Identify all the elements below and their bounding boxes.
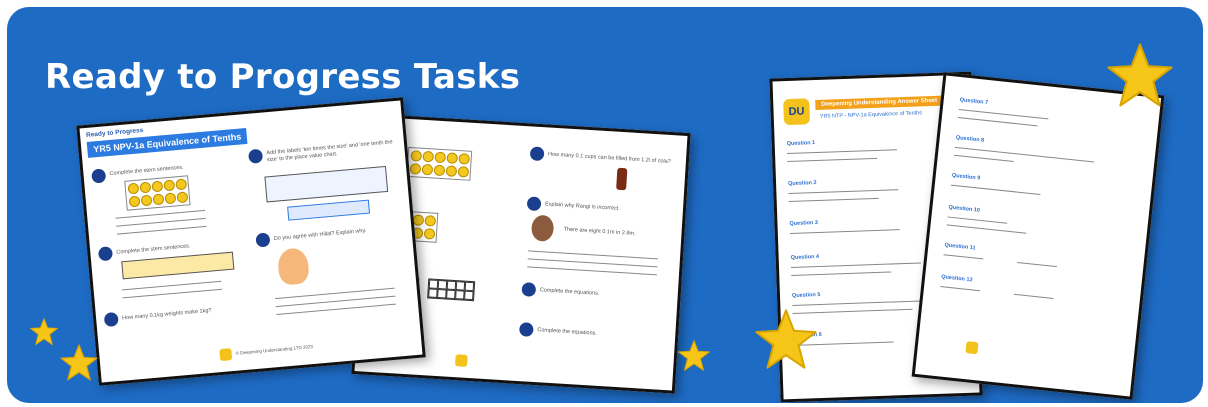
child-illustration: [530, 214, 555, 242]
answer-line: [115, 209, 206, 219]
ten-frame-image: [427, 278, 476, 302]
answer-text-line: [946, 224, 1027, 234]
answer-question-label: Question 4: [790, 254, 820, 261]
answer-line: [528, 250, 658, 260]
place-value-chart: [264, 165, 389, 203]
question-badge-icon: [529, 146, 545, 162]
answer-text-line: [943, 254, 984, 260]
question-text: How many 0.1 cups can be filled from 1.2…: [547, 151, 671, 165]
answer-line: [116, 225, 207, 235]
question-badge-icon: [248, 148, 264, 164]
counter-dots-image: [124, 175, 191, 211]
answer-line: [122, 288, 223, 299]
answer-text-line: [788, 197, 879, 203]
answer-question-label: Question 12: [940, 274, 973, 284]
question-badge-icon: [255, 232, 271, 248]
answer-question-label: Question 3: [789, 220, 819, 228]
answer-text-line: [957, 116, 1038, 127]
answer-sheet-subtitle: YR5 NTP - NPV-1a Equivalence of Tenths: [819, 110, 923, 120]
cola-bottle-icon: [616, 167, 628, 191]
question-text: Complete the stem sentences.: [109, 164, 184, 178]
answer-text-line: [790, 262, 921, 268]
question-badge-icon: [103, 311, 119, 328]
answer-text-line: [791, 271, 892, 276]
star-icon: [1107, 43, 1173, 107]
promo-banner: Ready to Progress Tasks Ready to Progres…: [7, 7, 1203, 403]
answer-question-label: Question 1: [786, 140, 816, 148]
answer-text-line: [1017, 261, 1057, 268]
answer-question-label: Question 11: [944, 242, 976, 252]
worksheet-footer: © Deepening Understanding LTD 2023: [235, 344, 314, 356]
star-icon: [755, 309, 817, 369]
worksheet-preview-1: Ready to Progress YR5 NPV-1a Equivalence…: [76, 97, 426, 386]
du-logo-icon: [219, 348, 233, 362]
answer-text-line: [792, 300, 933, 306]
answer-question-label: Question 7: [959, 97, 989, 107]
answer-text-line: [787, 157, 878, 163]
answer-text-line: [954, 146, 1095, 163]
star-icon: [30, 318, 58, 346]
question-text: Complete the equations.: [539, 287, 600, 297]
question-text: Add the labels 'ten times the size' and …: [266, 139, 393, 164]
du-logo-icon: [965, 341, 979, 355]
answer-question-label: Question 5: [791, 291, 821, 299]
question-text: Complete the equations.: [537, 327, 598, 337]
question-badge-icon: [521, 282, 537, 297]
question-badge-icon: [518, 322, 534, 337]
banner-title: Ready to Progress Tasks: [45, 57, 521, 97]
answer-text-line: [1013, 293, 1054, 299]
tenths-bar-image: [121, 251, 235, 280]
answer-question-label: Question 9: [951, 172, 981, 182]
question-badge-icon: [526, 196, 542, 212]
answer-text-line: [950, 184, 1041, 196]
answer-line: [527, 258, 658, 268]
du-logo-icon: [454, 354, 468, 367]
answer-text-line: [953, 154, 1014, 163]
child-illustration: [276, 247, 310, 286]
label-box: [287, 199, 371, 221]
answer-text-line: [789, 229, 900, 235]
question-text: Complete the stem sentences.: [116, 243, 191, 256]
answer-sheet-preview-2: Question 7 Question 8 Question 9 Questio…: [911, 72, 1165, 400]
answer-line: [116, 217, 206, 227]
answer-line: [527, 266, 657, 276]
question-text: Do you agree with Hillal? Explain why.: [273, 227, 367, 242]
answer-text-line: [947, 216, 1008, 224]
answer-question-label: Question 10: [948, 204, 981, 214]
answer-text-line: [940, 286, 981, 292]
answer-question-label: Question 2: [787, 180, 817, 188]
star-icon: [678, 340, 710, 371]
question-text: Explain why Rangi is incorrect.: [544, 201, 620, 212]
counter-dots-image: [406, 146, 473, 181]
answer-text-line: [788, 189, 899, 195]
speech-quote: There are eight 0.1m in 2.8m.: [563, 226, 636, 237]
star-icon: [60, 344, 98, 381]
answer-sheet-title: Deepening Understanding Answer Sheet: [815, 95, 944, 111]
du-logo-icon: DU: [783, 98, 811, 126]
answer-text-line: [787, 149, 897, 155]
question-text: How many 0.1kg weights make 1kg?: [121, 307, 212, 322]
question-badge-icon: [91, 168, 107, 184]
question-badge-icon: [97, 246, 114, 262]
answer-question-label: Question 8: [955, 134, 985, 144]
